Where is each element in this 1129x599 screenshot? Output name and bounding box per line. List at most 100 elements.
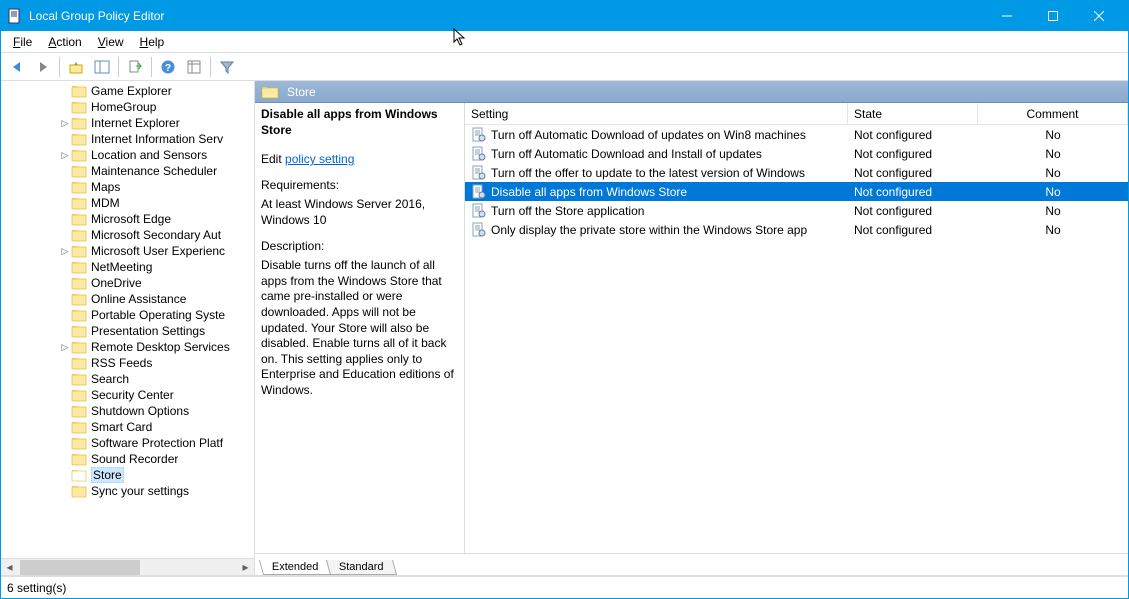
statusbar: 6 setting(s) — [1, 576, 1128, 598]
column-state[interactable]: State — [848, 103, 978, 124]
tree-item-label: Software Protection Platf — [91, 436, 223, 450]
chevron-right-icon[interactable]: ▷ — [59, 150, 71, 161]
chevron-right-icon[interactable]: ▷ — [59, 342, 71, 353]
app-icon — [7, 8, 23, 24]
window-title: Local Group Policy Editor — [29, 9, 984, 23]
properties-button[interactable] — [182, 55, 206, 79]
tree-item[interactable]: Search — [1, 371, 254, 387]
tree-item[interactable]: HomeGroup — [1, 99, 254, 115]
cell-state: Not configured — [848, 223, 978, 237]
listview-row[interactable]: Turn off the offer to update to the late… — [465, 163, 1128, 182]
tree-item[interactable]: Software Protection Platf — [1, 435, 254, 451]
up-button[interactable] — [64, 55, 88, 79]
tree-item[interactable]: Sync your settings — [1, 483, 254, 499]
tab-extended[interactable]: Extended — [259, 560, 332, 575]
scroll-right-icon[interactable]: ▸ — [237, 559, 254, 576]
tree-item[interactable]: Store — [1, 467, 254, 483]
tree-item[interactable]: Sound Recorder — [1, 451, 254, 467]
listview-body[interactable]: Turn off Automatic Download of updates o… — [465, 125, 1128, 553]
cell-state: Not configured — [848, 185, 978, 199]
listview-row[interactable]: Only display the private store within th… — [465, 220, 1128, 239]
tree-item-label: Microsoft Edge — [91, 212, 171, 226]
close-button[interactable] — [1076, 1, 1122, 31]
tree-item[interactable]: Microsoft Edge — [1, 211, 254, 227]
maximize-button[interactable] — [1030, 1, 1076, 31]
tree-item[interactable]: Maps — [1, 179, 254, 195]
tree-item[interactable]: Smart Card — [1, 419, 254, 435]
forward-button[interactable] — [31, 55, 55, 79]
tree-item[interactable]: Presentation Settings — [1, 323, 254, 339]
tree-item[interactable]: Online Assistance — [1, 291, 254, 307]
tree-item[interactable]: Security Center — [1, 387, 254, 403]
cell-setting: Only display the private store within th… — [465, 222, 848, 238]
main-pane: Game ExplorerHomeGroup▷Internet Explorer… — [1, 81, 1128, 576]
cell-state: Not configured — [848, 204, 978, 218]
content-split: Disable all apps from Windows Store Edit… — [255, 103, 1128, 553]
tree-item-label: NetMeeting — [91, 260, 152, 274]
help-button[interactable]: ? — [156, 55, 180, 79]
show-hide-tree-button[interactable] — [90, 55, 114, 79]
tree-item[interactable]: RSS Feeds — [1, 355, 254, 371]
listview-row[interactable]: Disable all apps from Windows StoreNot c… — [465, 182, 1128, 201]
tree-item[interactable]: MDM — [1, 195, 254, 211]
tree-item-label: Remote Desktop Services — [91, 340, 230, 354]
svg-text:?: ? — [165, 63, 171, 74]
details-title: Disable all apps from Windows Store — [261, 107, 454, 138]
tree-item-label: Microsoft Secondary Aut — [91, 228, 221, 242]
tree-horizontal-scrollbar[interactable]: ◂ ▸ — [1, 558, 254, 575]
cell-comment: No — [978, 166, 1128, 180]
tree-pane: Game ExplorerHomeGroup▷Internet Explorer… — [1, 81, 255, 575]
tree-item-label: Sound Recorder — [91, 452, 178, 466]
cell-setting: Turn off Automatic Download of updates o… — [465, 127, 848, 143]
filter-button[interactable] — [215, 55, 239, 79]
toolbar-separator — [118, 57, 119, 77]
tree[interactable]: Game ExplorerHomeGroup▷Internet Explorer… — [1, 81, 254, 558]
tree-item-label: Store — [91, 467, 124, 483]
scroll-left-icon[interactable]: ◂ — [1, 559, 18, 576]
tree-item[interactable]: Maintenance Scheduler — [1, 163, 254, 179]
minimize-button[interactable] — [984, 1, 1030, 31]
tree-item[interactable]: ▷Internet Explorer — [1, 115, 254, 131]
tree-item-label: Search — [91, 372, 129, 386]
listview-row[interactable]: Turn off Automatic Download of updates o… — [465, 125, 1128, 144]
chevron-right-icon[interactable]: ▷ — [59, 246, 71, 257]
cell-setting: Turn off the Store application — [465, 203, 848, 219]
tree-item[interactable]: NetMeeting — [1, 259, 254, 275]
back-button[interactable] — [5, 55, 29, 79]
tree-item-label: Internet Information Serv — [91, 132, 223, 146]
tree-item[interactable]: ▷Microsoft User Experienc — [1, 243, 254, 259]
tree-item-label: Shutdown Options — [91, 404, 189, 418]
tree-item[interactable]: ▷ Remote Desktop Services — [1, 339, 254, 355]
breadcrumb: Store — [255, 81, 1128, 103]
column-setting[interactable]: Setting — [465, 103, 848, 124]
tree-item[interactable]: Game Explorer — [1, 83, 254, 99]
toolbar-separator — [151, 57, 152, 77]
tab-standard[interactable]: Standard — [326, 560, 397, 575]
tree-item[interactable]: ▷Location and Sensors — [1, 147, 254, 163]
cell-state: Not configured — [848, 128, 978, 142]
tree-item[interactable]: Shutdown Options — [1, 403, 254, 419]
column-comment[interactable]: Comment — [978, 103, 1128, 124]
listview-row[interactable]: Turn off the Store applicationNot config… — [465, 201, 1128, 220]
toolbar: ? — [1, 53, 1128, 81]
menu-action[interactable]: Action — [40, 33, 89, 51]
tree-item-label: Online Assistance — [91, 292, 186, 306]
tree-item[interactable]: OneDrive — [1, 275, 254, 291]
listview-row[interactable]: Turn off Automatic Download and Install … — [465, 144, 1128, 163]
tree-item-label: OneDrive — [91, 276, 142, 290]
tree-item[interactable]: Microsoft Secondary Aut — [1, 227, 254, 243]
scroll-thumb[interactable] — [20, 560, 140, 575]
export-button[interactable] — [123, 55, 147, 79]
chevron-right-icon[interactable]: ▷ — [59, 118, 71, 129]
edit-policy-link[interactable]: policy setting — [285, 152, 354, 166]
menu-help[interactable]: Help — [132, 33, 173, 51]
tree-item-label: Security Center — [91, 388, 174, 402]
menubar: File Action View Help — [1, 31, 1128, 53]
tree-item-label: Presentation Settings — [91, 324, 205, 338]
cell-comment: No — [978, 223, 1128, 237]
menu-view[interactable]: View — [90, 33, 132, 51]
description-label: Description: — [261, 239, 454, 255]
tree-item[interactable]: Portable Operating Syste — [1, 307, 254, 323]
tree-item[interactable]: Internet Information Serv — [1, 131, 254, 147]
menu-file[interactable]: File — [5, 33, 40, 51]
